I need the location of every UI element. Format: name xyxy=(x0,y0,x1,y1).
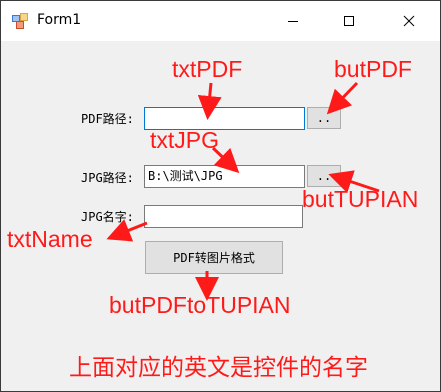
arrow-butPDF xyxy=(326,81,359,115)
arrow-txtJPG xyxy=(211,146,240,174)
arrow-txtName xyxy=(106,219,148,242)
arrow-txtPDF xyxy=(197,82,222,120)
arrow-butTUPIAN xyxy=(328,170,380,194)
form1-window: Form1 PDF路径: .. JPG路径: B:\测试\JPG .. JPG名… xyxy=(0,0,441,392)
annotation-arrows xyxy=(106,81,380,301)
